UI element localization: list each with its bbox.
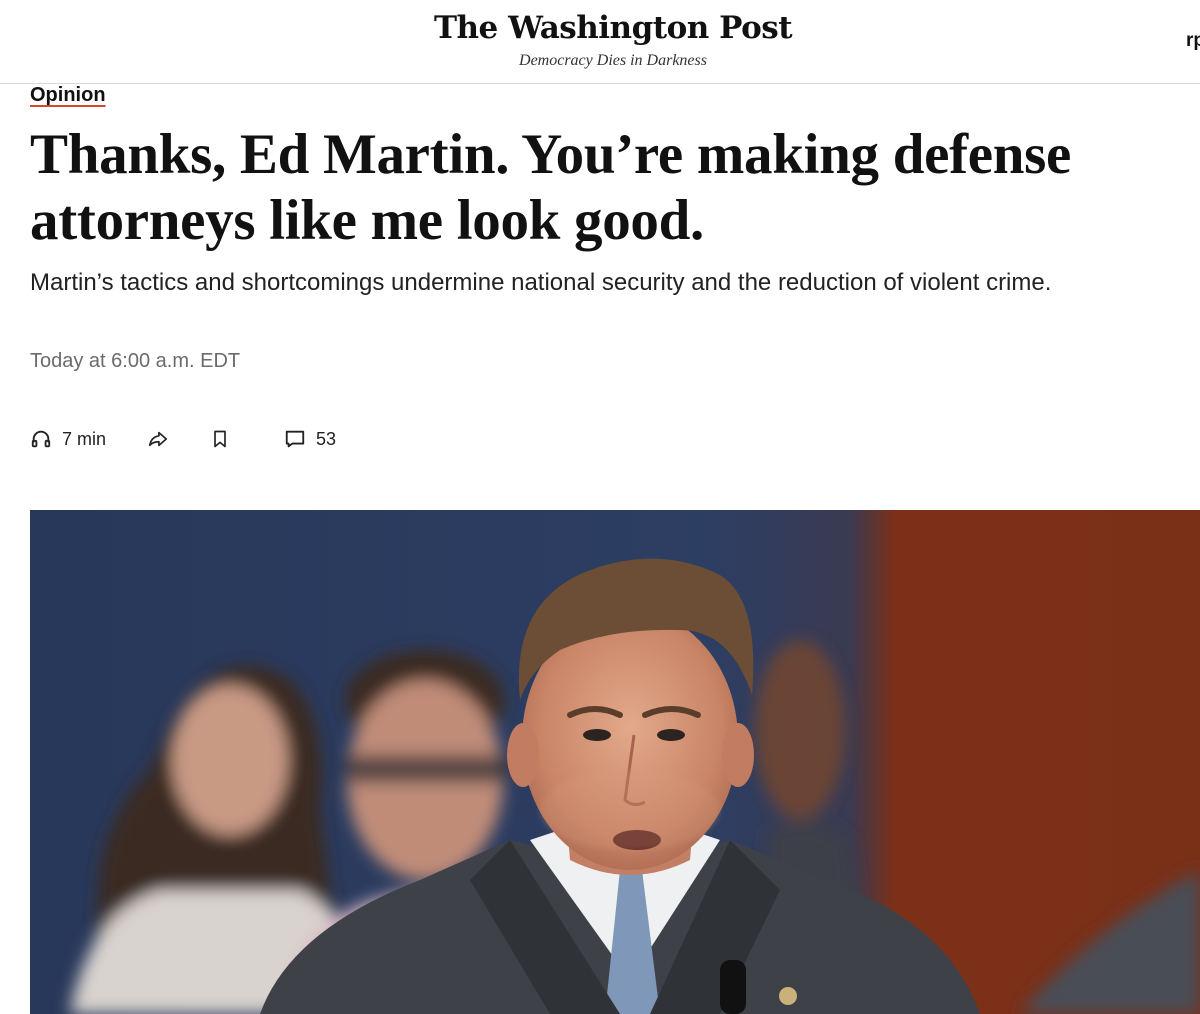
bookmark-icon <box>210 428 230 450</box>
site-logo[interactable]: The Washington Post <box>0 10 1200 46</box>
article-tools-bar: 7 min 53 <box>30 424 336 454</box>
comments-button[interactable]: 53 <box>284 424 336 454</box>
lead-photo[interactable] <box>30 510 1200 1014</box>
headphones-icon <box>30 428 52 450</box>
comment-bubble-icon <box>284 428 306 450</box>
article-headline: Thanks, Ed Martin. You’re making defense… <box>30 123 1072 252</box>
listen-button[interactable]: 7 min <box>30 424 106 454</box>
article-page: The Washington Post Democracy Dies in Da… <box>0 0 1200 1014</box>
listen-duration: 7 min <box>62 428 107 449</box>
share-arrow-icon <box>146 428 170 450</box>
article-subheadline: Martin’s tactics and shortcomings underm… <box>30 269 1052 296</box>
comments-count: 53 <box>316 428 337 449</box>
publish-timestamp: Today at 6:00 a.m. EDT <box>30 350 241 372</box>
masthead-truncated-text[interactable]: rp <box>1186 30 1200 52</box>
site-tagline: Democracy Dies in Darkness <box>519 52 707 69</box>
masthead: The Washington Post Democracy Dies in Da… <box>0 0 1200 84</box>
section-kicker-opinion[interactable]: Opinion <box>30 84 106 107</box>
save-article-button[interactable] <box>210 424 230 454</box>
share-button[interactable] <box>146 424 170 454</box>
